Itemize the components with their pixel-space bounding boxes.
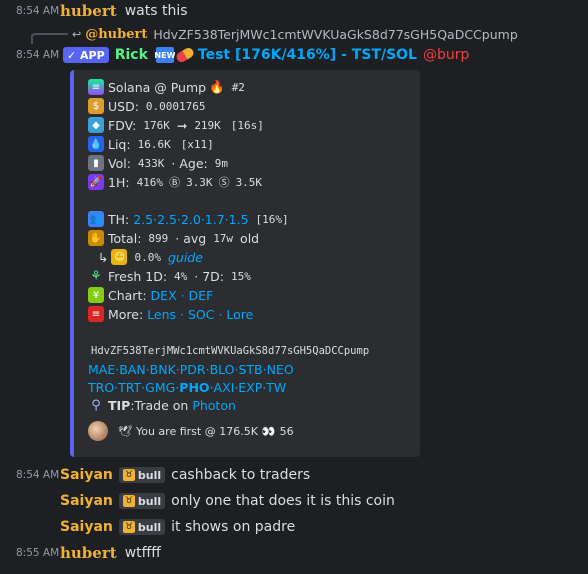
- yen-chart-icon: ¥: [88, 287, 104, 303]
- rank: #2: [228, 79, 248, 95]
- app-badge: ✓ APP: [63, 47, 109, 63]
- top-holders-links[interactable]: 2.5·2.5·2.0·1.7·1.5: [133, 212, 248, 227]
- arrow-right-icon: ➞: [176, 117, 188, 133]
- reply-text[interactable]: HdvZF538TerjMWc1cmtWVKUaGkS8d77sGH5QaDCC…: [153, 27, 517, 42]
- bull-icon: ♉: [122, 521, 135, 533]
- embed-total-line: ✋ Total: 899 · avg 17w old: [88, 230, 260, 246]
- message-text: cashback to traders: [171, 467, 311, 483]
- exchange-links-3[interactable]: ·AXI·EXP·TW: [210, 380, 287, 395]
- username[interactable]: Saiyan: [60, 467, 113, 483]
- embed-more-line: ≡ More: Lens · SOC · Lore: [88, 305, 253, 323]
- embed-tip-line: ⚲ TIP:Trade on Photon: [88, 396, 236, 414]
- embed-footer: 🕊 You are first @ 176.5K 👀 56: [88, 421, 294, 441]
- embed-links-line-1: MAE·BAN·BNK·PDR·BLO·STB·NEO: [88, 360, 294, 378]
- embed-links-line-2: TRO·TRT·GMG· PHO ·AXI·EXP·TW: [88, 378, 286, 396]
- message-row: 8:54 AM ✓ APP Rick NEW Test [176K/416%] …: [0, 44, 588, 66]
- more-links[interactable]: Lens · SOC · Lore: [147, 307, 253, 322]
- message-text: wats this: [124, 3, 188, 19]
- sells-icon: Ⓢ: [218, 176, 230, 189]
- reply-arrow-icon: ↳: [98, 249, 109, 265]
- guide-link[interactable]: guide: [168, 250, 203, 265]
- embed-chain-line: ≡ Solana @ Pump 🔥 #2: [88, 78, 248, 96]
- embed-th-line: 👥 TH: 2.5·2.5·2.0·1.7·1.5 [16%]: [88, 210, 292, 228]
- ufo-icon: ⚲: [91, 397, 101, 413]
- embed-address-line: HdvZF538TerjMWc1cmtWVKUaGkS8d77sGH5QaDCC…: [88, 342, 373, 360]
- reply-arrow-icon: ↩: [72, 27, 82, 41]
- embed-1h-line: 🚀 1H: 416% Ⓑ 3.3K Ⓢ 3.5K: [88, 173, 266, 191]
- solana-icon: ≡: [88, 79, 104, 95]
- reply-reference[interactable]: ↩ @hubert HdvZF538TerjMWc1cmtWVKUaGkS8d7…: [0, 24, 588, 44]
- role-badge[interactable]: ♉ bull: [118, 467, 166, 483]
- message-row: Saiyan ♉ bull it shows on padre: [0, 516, 588, 538]
- embed-usd-line: $ USD: 0.0001765: [88, 97, 209, 115]
- seedling-icon: ⚘: [90, 268, 102, 284]
- gem-icon: ◆: [88, 117, 104, 133]
- eyes-icon: 👀: [261, 424, 276, 438]
- fire-icon: 🔥: [209, 79, 225, 94]
- droplets-icon: 💧: [88, 136, 104, 152]
- chart-links[interactable]: DEX · DEF: [151, 288, 214, 303]
- embed-fdv-line: ◆ FDV: 176K ➞ 219K [16s]: [88, 116, 267, 134]
- username[interactable]: Saiyan: [60, 493, 113, 509]
- exchange-links-2[interactable]: TRO·TRT·GMG·: [88, 380, 179, 395]
- embed-fresh-line: ⚘ Fresh 1D: 4% · 7D: 15%: [88, 267, 254, 285]
- pill-icon: [174, 46, 196, 64]
- rocket-icon: 🚀: [88, 174, 104, 190]
- role-badge[interactable]: ♉ bull: [118, 519, 166, 535]
- exchange-links-1[interactable]: MAE·BAN·BNK·PDR·BLO·STB·NEO: [88, 362, 294, 377]
- embed-liq-line: 💧 Liq: 16.6K [x11]: [88, 135, 217, 153]
- timestamp: 8:54 AM: [16, 49, 60, 61]
- bot-title: Test [176K/416%] - TST/SOL: [197, 47, 417, 63]
- message-text: wtffff: [124, 545, 161, 561]
- token-embed: ≡ Solana @ Pump 🔥 #2 $ USD: 0.0001765 ◆ …: [70, 70, 420, 457]
- username[interactable]: hubert: [60, 2, 117, 20]
- avatar: [88, 421, 108, 441]
- token-address[interactable]: HdvZF538TerjMWc1cmtWVKUaGkS8d77sGH5QaDCC…: [88, 344, 373, 358]
- bull-icon: ♉: [122, 469, 135, 481]
- embed-chart-line: ¥ Chart: DEX · DEF: [88, 286, 213, 304]
- message-row: 8:54 AM Saiyan ♉ bull cashback to traders: [0, 464, 588, 486]
- buys-icon: Ⓑ: [169, 176, 181, 189]
- handshake-icon: ✋: [88, 230, 104, 246]
- bird-icon: 🕊: [118, 424, 132, 438]
- username[interactable]: Saiyan: [60, 519, 113, 535]
- embed-vol-line: ▮ Vol: 433K · Age: 9m: [88, 154, 231, 172]
- message-row: Saiyan ♉ bull only one that does it is th…: [0, 490, 588, 512]
- more-icon: ≡: [88, 306, 104, 322]
- bull-icon: ♉: [122, 495, 135, 507]
- message-text: it shows on padre: [171, 519, 296, 535]
- message-text: only one that does it is this coin: [171, 493, 395, 509]
- bar-chart-icon: ▮: [88, 155, 104, 171]
- timestamp: 8:54 AM: [16, 5, 60, 17]
- embed-dev-line: ↳ ☺ 0.0% guide: [98, 249, 203, 265]
- money-bag-icon: $: [88, 98, 104, 114]
- photon-link[interactable]: Photon: [192, 398, 236, 413]
- mention[interactable]: @burp: [423, 47, 469, 63]
- pho-link[interactable]: PHO: [179, 380, 209, 395]
- message-row: 8:54 AM hubert wats this: [0, 0, 588, 22]
- developer-icon: ☺: [111, 249, 128, 265]
- users-icon: 👥: [88, 211, 104, 227]
- role-badge[interactable]: ♉ bull: [118, 493, 166, 509]
- timestamp: 8:55 AM: [16, 547, 60, 559]
- message-row: 8:55 AM hubert wtffff: [0, 542, 588, 564]
- new-icon: NEW: [154, 47, 175, 63]
- reply-username[interactable]: @hubert: [85, 27, 147, 42]
- username[interactable]: hubert: [60, 544, 117, 562]
- timestamp: 8:54 AM: [16, 469, 60, 481]
- username[interactable]: Rick: [115, 47, 148, 63]
